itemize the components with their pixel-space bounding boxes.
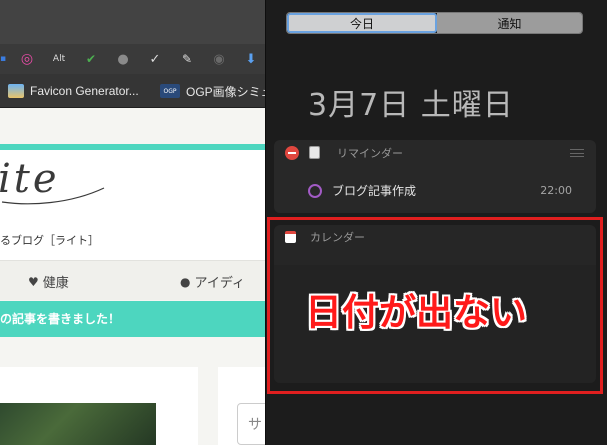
nav-item-health[interactable]: ♥ 健康 bbox=[28, 272, 69, 292]
date-header: 3月7日 土曜日 bbox=[308, 88, 514, 123]
alt-text-icon[interactable]: Alt bbox=[52, 52, 66, 66]
article-thumbnail[interactable] bbox=[0, 403, 156, 445]
reminders-app-icon bbox=[309, 146, 320, 159]
lightbulb-icon: ● bbox=[180, 274, 191, 289]
check-box-icon[interactable]: ✓ bbox=[148, 52, 162, 67]
reminder-time: 22:00 bbox=[540, 184, 572, 197]
nav-item-ideas[interactable]: ● アイディ bbox=[180, 272, 245, 292]
sidebar-search-input[interactable]: サ bbox=[237, 403, 265, 445]
bookmarks-bar: Favicon Generator... OGP OGP画像シミュ bbox=[0, 74, 265, 108]
reminder-text: ブログ記事作成 bbox=[332, 184, 417, 198]
reminders-widget: リマインダー ブログ記事作成 22:00 bbox=[274, 140, 596, 213]
checkmark-icon[interactable]: ✔ bbox=[84, 52, 98, 66]
tab-notifications[interactable]: 通知 bbox=[437, 13, 582, 33]
notice-banner[interactable]: の記事を書きました！ bbox=[0, 301, 265, 337]
extension-toolbar: ▪ ◎ Alt ✔ ● ✓ ✎ ◉ ⬇ bbox=[0, 44, 265, 74]
heart-pulse-icon: ♥ bbox=[28, 274, 39, 289]
favicon-icon bbox=[8, 84, 24, 98]
search-placeholder: サ bbox=[248, 417, 262, 433]
annotation-text: 日付が出ない bbox=[305, 291, 527, 334]
browser-titlebar bbox=[0, 0, 265, 44]
site-tagline: るブログ［ライト］ bbox=[0, 234, 99, 247]
notice-text: の記事を書きました！ bbox=[0, 312, 121, 326]
bookmark-favicon-generator[interactable]: Favicon Generator... bbox=[8, 82, 139, 100]
logo-swash bbox=[1, 187, 105, 205]
notification-tabs: 今日 通知 bbox=[286, 12, 583, 34]
tab-today[interactable]: 今日 bbox=[287, 13, 437, 33]
site-header: ite るブログ［ライト］ bbox=[0, 150, 265, 260]
bookmark-label: Favicon Generator... bbox=[30, 84, 139, 98]
nav-item-label: アイディ bbox=[194, 276, 245, 291]
color-wheel-icon[interactable]: ◎ bbox=[20, 51, 34, 67]
reminder-item[interactable]: ブログ記事作成 bbox=[308, 182, 416, 199]
info-icon[interactable]: ● bbox=[116, 52, 130, 67]
web-page: ite るブログ［ライト］ ♥ 健康 ● アイディ の記事を書きました！ サ bbox=[0, 108, 265, 445]
nav-item-label: 健康 bbox=[42, 276, 69, 291]
bookmark-ogp-simulator[interactable]: OGP OGP画像シミュ bbox=[160, 82, 265, 100]
ogp-icon: OGP bbox=[160, 84, 180, 98]
browser-window: ▪ ◎ Alt ✔ ● ✓ ✎ ◉ ⬇ Favicon Generator...… bbox=[0, 0, 265, 445]
eyedropper-icon[interactable]: ✎ bbox=[180, 52, 194, 66]
drag-handle-icon[interactable] bbox=[570, 149, 584, 157]
site-nav: ♥ 健康 ● アイディ bbox=[0, 260, 265, 300]
widget-title: リマインダー bbox=[337, 147, 403, 160]
bookmark-label: OGP画像シミュ bbox=[186, 84, 265, 99]
wordpress-icon[interactable]: ◉ bbox=[212, 52, 226, 67]
reminder-checkbox[interactable] bbox=[308, 183, 322, 198]
download-icon[interactable]: ⬇ bbox=[244, 52, 258, 67]
extension-icon[interactable]: ▪ bbox=[0, 52, 10, 66]
remove-widget-button[interactable] bbox=[285, 146, 299, 160]
